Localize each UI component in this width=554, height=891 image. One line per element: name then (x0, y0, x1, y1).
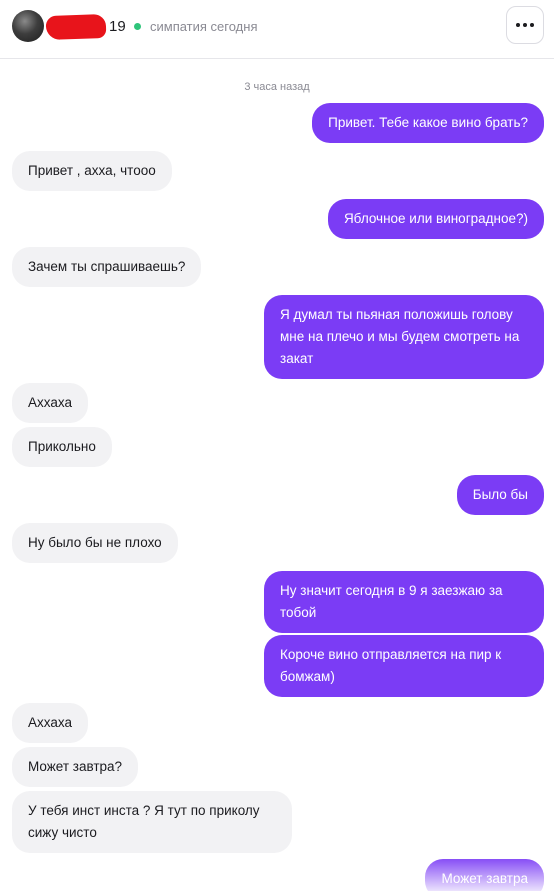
match-status: симпатия сегодня (150, 19, 258, 34)
message-bubble-outgoing[interactable]: Я думал ты пьяная положишь голову мне на… (264, 295, 544, 379)
message-bubble-incoming[interactable]: Зачем ты спрашиваешь? (12, 247, 202, 287)
message-bubble-incoming[interactable]: У тебя инст инста ? Я тут по приколу сиж… (12, 791, 292, 853)
more-options-button[interactable] (506, 6, 544, 44)
message-bubble-incoming[interactable]: Аххаха (12, 383, 88, 423)
message-bubble-incoming[interactable]: Прикольно (12, 427, 112, 467)
message-bubble-outgoing[interactable]: Ну значит сегодня в 9 я заезжаю за тобой (264, 571, 544, 633)
message-bubble-outgoing[interactable]: Короче вино отправляется на пир к бомжам… (264, 635, 544, 697)
message-bubble-outgoing[interactable]: Привет. Тебе какое вино брать? (312, 103, 544, 143)
chat-screen: 19 симпатия сегодня 3 часа назад Привет.… (0, 0, 554, 891)
message-bubble-incoming[interactable]: Аххаха (12, 703, 88, 743)
message-bubble-outgoing[interactable]: Может завтра (425, 859, 544, 891)
message-bubble-outgoing[interactable]: Яблочное или виноградное?) (327, 199, 544, 239)
message-bubble-incoming[interactable]: Может завтра? (12, 747, 139, 787)
chat-header: 19 симпатия сегодня (0, 0, 554, 59)
message-bubble-incoming[interactable]: Привет , ахха, чтооо (12, 151, 172, 191)
more-dots-icon (516, 23, 534, 27)
avatar[interactable] (12, 10, 44, 42)
message-bubble-incoming[interactable]: Ну было бы не плохо (12, 523, 178, 563)
message-bubble-outgoing[interactable]: Было бы (456, 475, 544, 515)
message-timestamp: 3 часа назад (244, 81, 310, 93)
user-age: 19 (109, 18, 126, 35)
redacted-name (45, 13, 107, 41)
online-indicator-icon (134, 23, 141, 30)
